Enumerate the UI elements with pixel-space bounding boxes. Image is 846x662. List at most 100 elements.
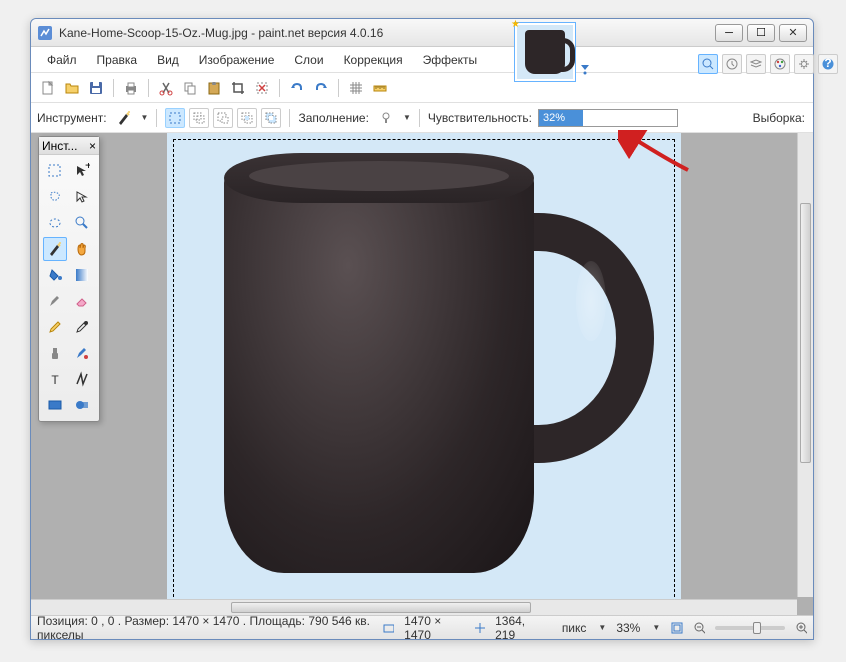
pencil-tool[interactable] [43,315,67,339]
print-button[interactable] [120,77,142,99]
sensitivity-value: 32% [539,110,583,126]
line-tool[interactable] [70,367,94,391]
ruler-button[interactable] [369,77,391,99]
status-dims: 1470 × 1470 [404,614,463,642]
clone-tool[interactable] [43,341,67,365]
menubar: Файл Правка Вид Изображение Слои Коррекц… [31,47,813,73]
redo-button[interactable] [310,77,332,99]
unit-selector[interactable]: пикс [562,621,587,635]
menu-image[interactable]: Изображение [191,50,283,70]
history-panel-toggle[interactable] [722,54,742,74]
chevron-down-icon[interactable]: ▼ [652,623,660,632]
layers-panel-toggle[interactable] [746,54,766,74]
chevron-down-icon[interactable]: ▼ [403,113,411,122]
titlebar: Kane-Home-Scoop-15-Oz.-Mug.jpg - paint.n… [31,19,813,47]
lasso-tool[interactable] [43,185,67,209]
selection-intersect-button[interactable] [237,108,257,128]
recolor-tool[interactable] [70,341,94,365]
brush-tool[interactable] [43,289,67,313]
sampling-label: Выборка: [753,111,805,125]
sensitivity-slider[interactable]: 32% [538,109,678,127]
statusbar: Позиция: 0 , 0 . Размер: 1470 × 1470 . П… [31,615,813,639]
panel-toggles: ? [698,54,838,74]
minimize-button[interactable]: ─ [715,24,743,42]
window-title: Kane-Home-Scoop-15-Oz.-Mug.jpg - paint.n… [59,26,715,40]
help-button[interactable]: ? [818,54,838,74]
shapes-tool[interactable] [70,393,94,417]
sensitivity-label: Чувствительность: [428,111,532,125]
tool-options-bar: Инструмент: ▼ Заполнение: ▼ Чувствительн… [31,103,813,133]
palette-title: Инст... [42,139,77,153]
svg-text:?: ? [824,57,831,70]
deselect-button[interactable] [251,77,273,99]
horizontal-scrollbar[interactable] [31,599,797,615]
save-button[interactable] [85,77,107,99]
selection-add-button[interactable] [189,108,209,128]
menu-edit[interactable]: Правка [89,50,146,70]
menu-view[interactable]: Вид [149,50,187,70]
star-icon: ★ [511,19,520,30]
paste-button[interactable] [203,77,225,99]
dimensions-icon [382,621,394,635]
maximize-button[interactable]: ☐ [747,24,775,42]
current-tool-icon[interactable] [113,107,135,129]
cut-button[interactable] [155,77,177,99]
move-selection-tool[interactable]: + [70,159,94,183]
main-toolbar [31,73,813,103]
menu-file[interactable]: Файл [39,50,85,70]
menu-effects[interactable]: Эффекты [415,50,486,70]
undo-button[interactable] [286,77,308,99]
text-tool[interactable]: T [43,367,67,391]
image-thumbnail[interactable]: ★ [514,22,576,82]
zoom-tool[interactable] [70,211,94,235]
settings-button[interactable] [794,54,814,74]
zoom-slider[interactable] [715,626,785,630]
chevron-down-icon[interactable]: ▼ [598,623,606,632]
fill-mode-button[interactable] [375,107,397,129]
move-pixels-tool[interactable] [70,185,94,209]
palette-close-button[interactable]: × [89,139,96,153]
rect-select-tool[interactable] [43,159,67,183]
copy-button[interactable] [179,77,201,99]
zoom-out-icon[interactable] [693,621,705,635]
crop-button[interactable] [227,77,249,99]
eraser-tool[interactable] [70,289,94,313]
eyedropper-tool[interactable] [70,315,94,339]
gradient-tool[interactable] [70,263,94,287]
tool-label: Инструмент: [37,111,107,125]
menu-adjustments[interactable]: Коррекция [336,50,411,70]
status-position: Позиция: 0 , 0 . Размер: 1470 × 1470 . П… [37,614,372,642]
selection-subtract-button[interactable] [213,108,233,128]
tools-panel-toggle[interactable] [698,54,718,74]
new-button[interactable] [37,77,59,99]
close-button[interactable]: ✕ [779,24,807,42]
image-content [194,153,654,593]
magic-wand-tool[interactable] [43,237,67,261]
zoom-in-icon[interactable] [795,621,807,635]
rect-shape-tool[interactable] [43,393,67,417]
svg-text:T: T [51,373,59,387]
fill-label: Заполнение: [298,111,368,125]
pan-tool[interactable] [70,237,94,261]
fit-window-icon[interactable] [670,621,682,635]
svg-text:+: + [85,163,90,172]
ellipse-select-tool[interactable] [43,211,67,235]
canvas[interactable] [167,133,681,613]
selection-xor-button[interactable] [261,108,281,128]
palette-titlebar[interactable]: Инст... × [39,137,99,155]
canvas-area [31,133,813,615]
colors-panel-toggle[interactable] [770,54,790,74]
menu-layers[interactable]: Слои [286,50,331,70]
status-cursor: 1364, 219 [495,614,542,642]
cursor-pos-icon [473,621,485,635]
bucket-tool[interactable] [43,263,67,287]
vertical-scrollbar[interactable] [797,133,813,597]
grid-button[interactable] [345,77,367,99]
chevron-down-icon[interactable]: ▼ [141,113,149,122]
thumbnail-menu-icon[interactable] [578,62,592,76]
tools-palette: Инст... × + T [38,136,100,422]
selection-replace-button[interactable] [165,108,185,128]
open-button[interactable] [61,77,83,99]
zoom-level: 33% [616,621,640,635]
app-window: Kane-Home-Scoop-15-Oz.-Mug.jpg - paint.n… [30,18,814,640]
